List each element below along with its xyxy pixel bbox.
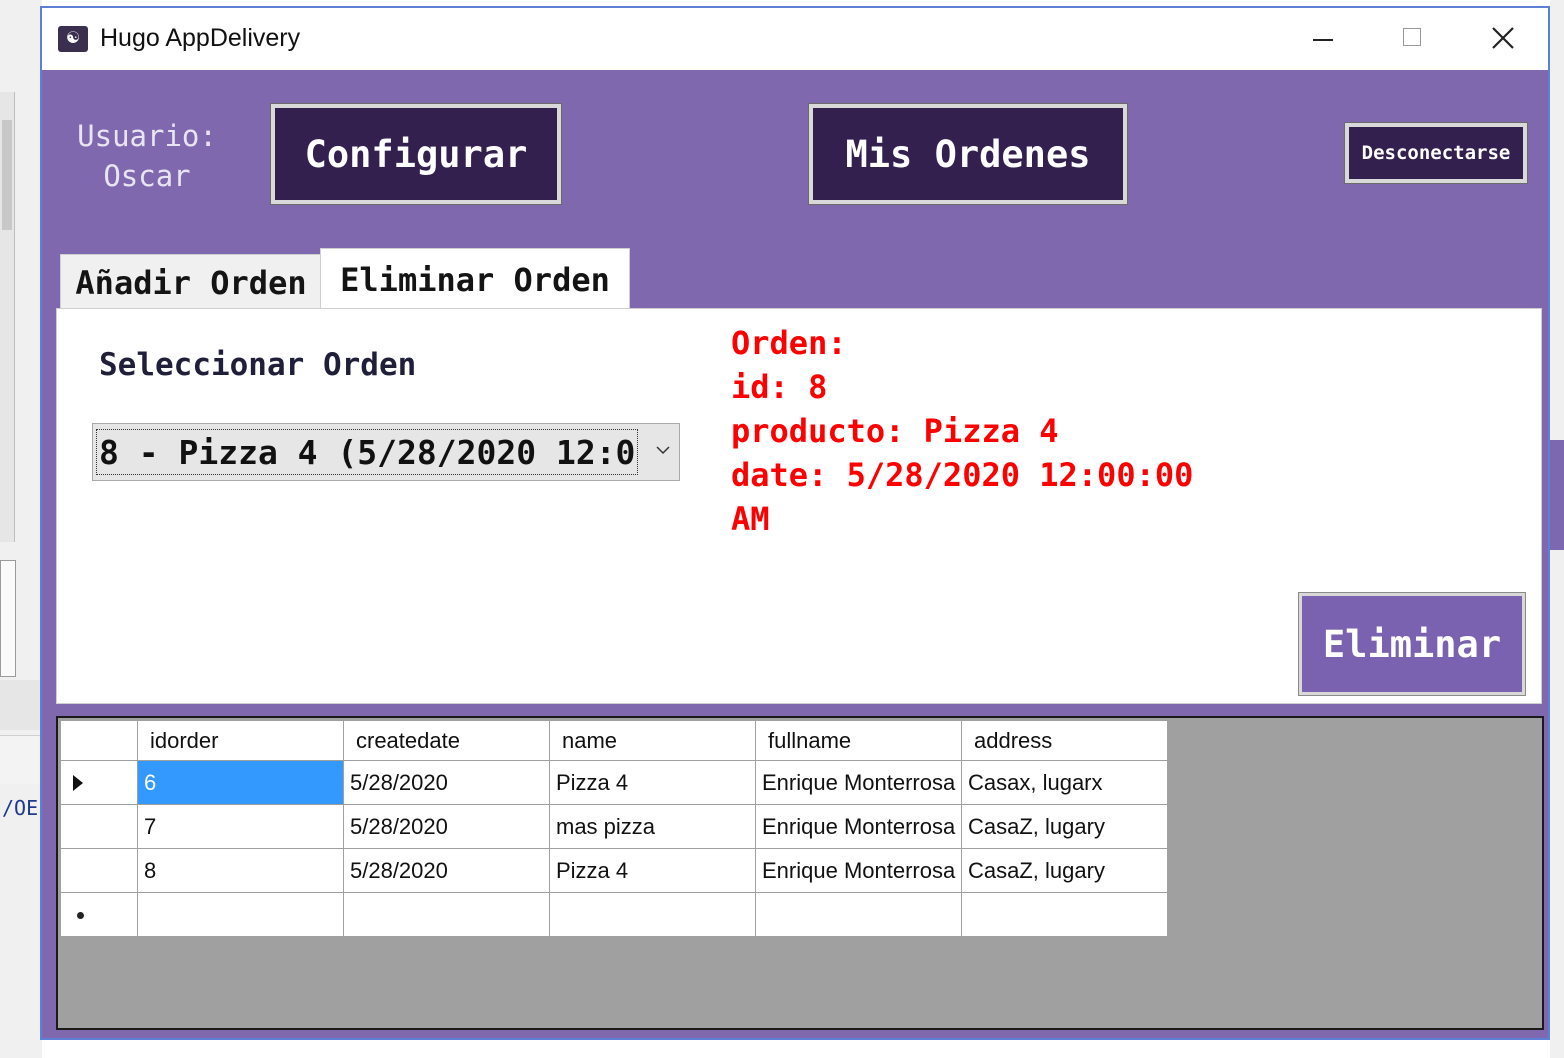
table-row[interactable]: 8 5/28/2020 Pizza 4 Enrique Monterrosa C… xyxy=(60,848,1168,893)
background-app-right xyxy=(1550,0,1564,1058)
background-strip xyxy=(0,680,42,730)
maximize-button[interactable] xyxy=(1368,8,1458,70)
logout-button[interactable]: Desconectarse xyxy=(1344,122,1528,184)
delete-button[interactable]: Eliminar xyxy=(1298,592,1526,696)
table-cell[interactable] xyxy=(961,892,1168,937)
orders-table: idorder createdate name fullname address… xyxy=(60,720,1168,937)
table-cell[interactable]: mas pizza xyxy=(549,804,756,849)
tab-add-order[interactable]: Añadir Orden xyxy=(60,254,322,310)
table-cell[interactable]: 5/28/2020 xyxy=(343,848,550,893)
user-name: Oscar xyxy=(103,159,191,193)
table-cell[interactable] xyxy=(137,892,344,937)
minimize-icon xyxy=(1313,39,1333,41)
background-strip xyxy=(0,735,42,784)
select-order-label: Seleccionar Orden xyxy=(99,347,417,383)
row-header[interactable] xyxy=(60,892,138,937)
table-cell[interactable]: Enrique Monterrosa xyxy=(755,760,962,805)
user-info: Usuario: Oscar xyxy=(72,116,222,196)
table-cell[interactable]: 6 xyxy=(137,760,344,805)
my-orders-button[interactable]: Mis Ordenes xyxy=(808,103,1128,205)
table-cell[interactable]: 7 xyxy=(137,804,344,849)
user-label: Usuario: xyxy=(77,119,217,153)
order-select[interactable]: 8 - Pizza 4 (5/28/2020 12:00:00 AM) xyxy=(92,423,680,481)
order-date: date: 5/28/2020 12:00:00 xyxy=(731,456,1194,494)
order-product: producto: Pizza 4 xyxy=(731,412,1059,450)
background-text-fragment: /OE xyxy=(2,796,39,820)
close-button[interactable] xyxy=(1458,8,1548,70)
app-icon: ☯ xyxy=(58,26,88,52)
title-bar: ☯ Hugo AppDelivery xyxy=(42,8,1548,70)
new-row-icon xyxy=(77,912,84,919)
background-panel xyxy=(1550,440,1564,550)
row-header[interactable] xyxy=(60,848,138,893)
table-cell[interactable] xyxy=(549,892,756,937)
window-title: Hugo AppDelivery xyxy=(100,24,301,52)
column-header[interactable]: name xyxy=(549,720,756,761)
column-header[interactable]: idorder xyxy=(137,720,344,761)
table-row[interactable]: 6 5/28/2020 Pizza 4 Enrique Monterrosa C… xyxy=(60,760,1168,805)
background-panel xyxy=(0,560,16,677)
new-row[interactable] xyxy=(60,892,1168,937)
order-details: Orden: id: 8 producto: Pizza 4 date: 5/2… xyxy=(731,321,1251,541)
background-scrollbar-thumb xyxy=(2,120,12,230)
background-app-left: /OE xyxy=(0,0,42,1058)
table-row[interactable]: 7 5/28/2020 mas pizza Enrique Monterrosa… xyxy=(60,804,1168,849)
configure-button[interactable]: Configurar xyxy=(270,103,562,205)
delete-order-panel: Seleccionar Orden 8 - Pizza 4 (5/28/2020… xyxy=(56,308,1542,704)
table-cell[interactable] xyxy=(343,892,550,937)
order-select-value: 8 - Pizza 4 (5/28/2020 12:00:00 AM) xyxy=(96,429,638,475)
table-cell[interactable]: 8 xyxy=(137,848,344,893)
table-cell[interactable]: Pizza 4 xyxy=(549,760,756,805)
table-cell[interactable]: 5/28/2020 xyxy=(343,804,550,849)
order-heading: Orden: xyxy=(731,324,847,362)
row-header[interactable] xyxy=(60,760,138,805)
row-header-corner[interactable] xyxy=(60,720,138,761)
table-cell[interactable] xyxy=(755,892,962,937)
order-date-continued: AM xyxy=(731,500,770,538)
table-cell[interactable]: CasaZ, lugary xyxy=(961,804,1168,849)
orders-grid[interactable]: idorder createdate name fullname address… xyxy=(56,716,1544,1030)
close-icon xyxy=(1492,27,1514,49)
table-cell[interactable]: Enrique Monterrosa xyxy=(755,804,962,849)
minimize-button[interactable] xyxy=(1278,8,1368,70)
tab-delete-order[interactable]: Eliminar Orden xyxy=(320,248,630,310)
maximize-icon xyxy=(1403,28,1421,46)
table-cell[interactable]: Pizza 4 xyxy=(549,848,756,893)
chevron-down-icon xyxy=(656,446,670,455)
order-id: id: 8 xyxy=(731,368,828,406)
app-window: ☯ Hugo AppDelivery Usuario: Oscar Config… xyxy=(40,6,1550,1040)
current-row-arrow-icon xyxy=(73,775,83,791)
table-cell[interactable]: Enrique Monterrosa xyxy=(755,848,962,893)
table-header-row: idorder createdate name fullname address xyxy=(60,720,1168,761)
column-header[interactable]: fullname xyxy=(755,720,962,761)
table-cell[interactable]: CasaZ, lugary xyxy=(961,848,1168,893)
table-cell[interactable]: Casax, lugarx xyxy=(961,760,1168,805)
table-cell[interactable]: 5/28/2020 xyxy=(343,760,550,805)
column-header[interactable]: address xyxy=(961,720,1168,761)
column-header[interactable]: createdate xyxy=(343,720,550,761)
row-header[interactable] xyxy=(60,804,138,849)
